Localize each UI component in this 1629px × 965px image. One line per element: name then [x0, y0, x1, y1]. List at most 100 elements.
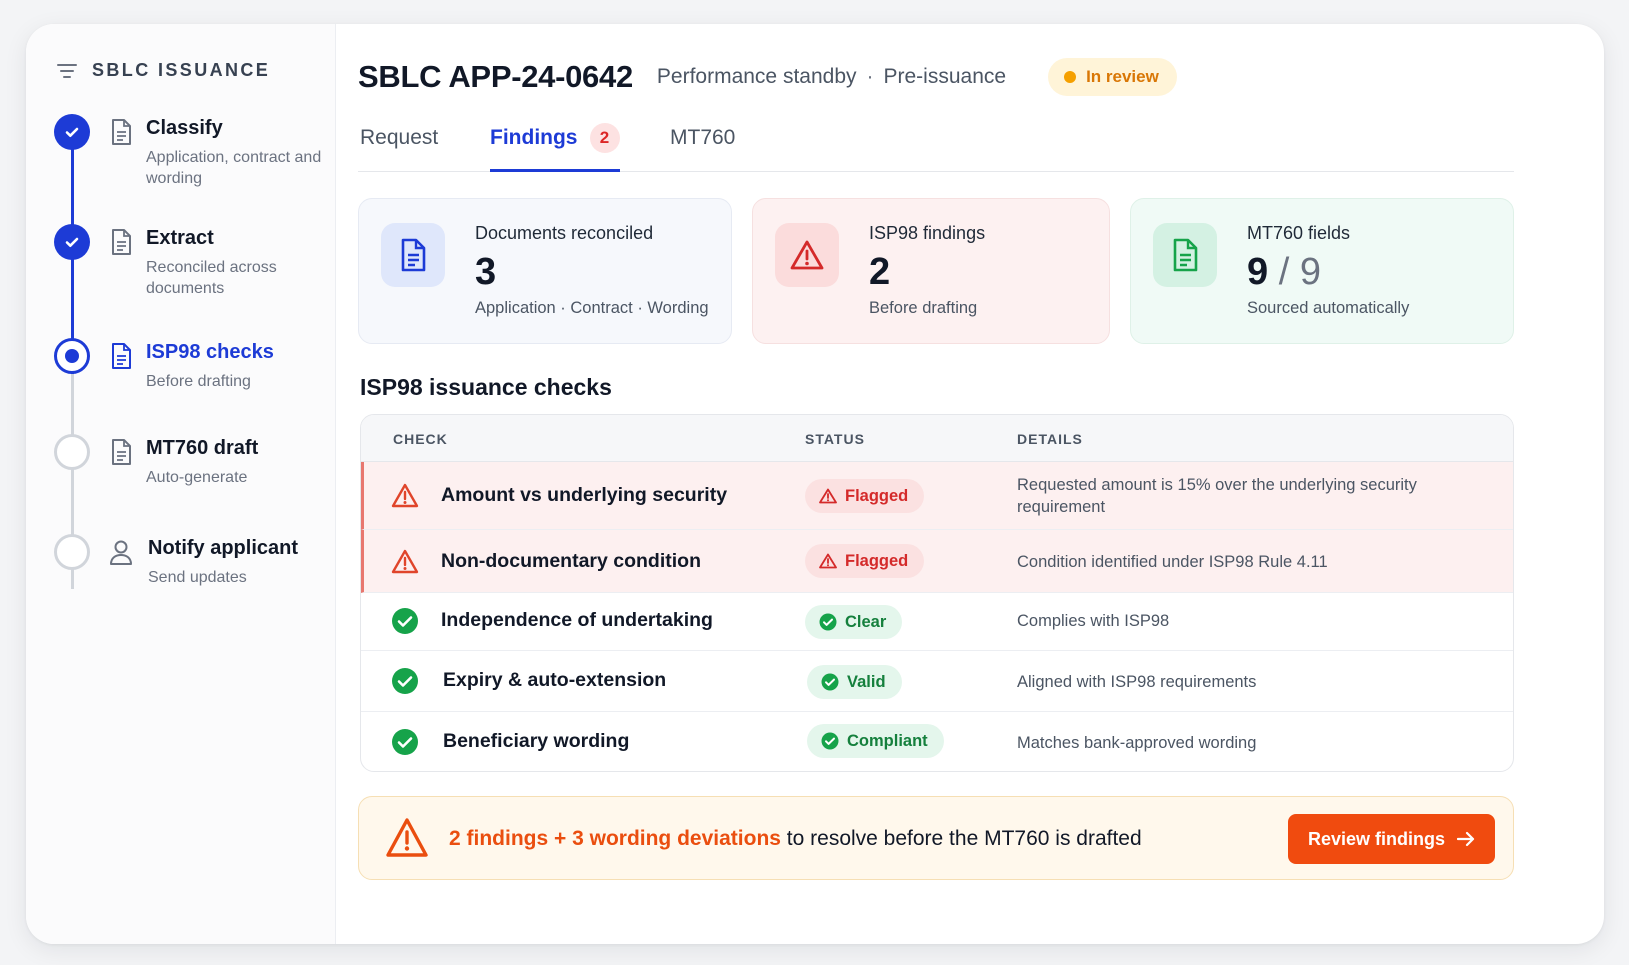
stat-value: 2 — [869, 251, 891, 293]
check-icon — [65, 237, 79, 247]
status-badge: Clear — [805, 605, 903, 639]
banner-text: to resolve before the MT760 is drafted — [780, 827, 1142, 850]
column-header-details: DETAILS — [1017, 431, 1083, 447]
warning-icon — [391, 483, 419, 508]
user-icon — [110, 540, 132, 565]
sidebar-header: SBLC ISSUANCE — [56, 60, 270, 81]
stat-icon-container — [1153, 223, 1217, 287]
status-badge: Valid — [807, 665, 902, 699]
fields-total: / 9 — [1278, 251, 1321, 293]
check-details: Requested amount is 15% over the underly… — [1017, 476, 1417, 516]
step-subtitle: Reconciled across documents — [146, 259, 277, 297]
document-icon — [112, 119, 131, 145]
check-name: Beneficiary wording — [443, 730, 630, 752]
status-badge: Flagged — [805, 479, 925, 513]
status-label: In review — [1086, 67, 1159, 86]
step-mt760-draft[interactable]: MT760 draft Auto-generate — [54, 434, 334, 514]
tab-label: MT760 — [670, 126, 736, 149]
filter-icon — [57, 63, 77, 78]
application-meta: Performance standby · Pre-issuance — [657, 65, 1006, 89]
stat-icon-container — [381, 223, 445, 287]
status-badge: Compliant — [807, 724, 944, 758]
arrow-right-icon — [1457, 831, 1475, 847]
issuance-stage: Pre-issuance — [883, 65, 1007, 88]
table-header: CHECK STATUS DETAILS — [361, 415, 1513, 462]
page-title: SBLC APP-24-0642 — [358, 59, 633, 94]
check-name: Independence of undertaking — [441, 609, 713, 631]
status-badge: Flagged — [805, 544, 925, 578]
step-subtitle: Application, contract and wording — [146, 149, 322, 187]
review-findings-button[interactable]: Review findings — [1287, 814, 1495, 864]
standby-type: Performance standby — [656, 65, 857, 88]
status-label: Flagged — [845, 551, 909, 570]
page-header: SBLC APP-24-0642 Performance standby · Pre… — [358, 58, 1177, 96]
check-circle-icon — [392, 608, 418, 634]
tab-findings[interactable]: Findings 2 — [490, 123, 620, 172]
banner-highlight: 2 findings + 3 wording deviations — [449, 827, 781, 850]
step-subtitle: Auto-generate — [146, 469, 248, 486]
status-label: Clear — [845, 612, 887, 631]
step-title: ISP98 checks — [146, 341, 274, 363]
step-isp98-checks[interactable]: ISP98 checks Before drafting — [54, 338, 334, 418]
warning-icon — [790, 240, 824, 270]
tab-request[interactable]: Request — [360, 126, 438, 172]
stat-value: 3 — [475, 251, 497, 293]
warning-icon — [819, 488, 837, 504]
stat-icon-container — [775, 223, 839, 287]
stat-subtitle: Application · Contract · Wording — [475, 299, 709, 317]
status-dot-icon — [1064, 71, 1077, 83]
step-pending-node — [54, 534, 90, 570]
document-icon — [1173, 238, 1198, 272]
stat-label: ISP98 findings — [869, 223, 986, 243]
table-row[interactable]: Amount vs underlying security Flagged Re… — [361, 462, 1513, 530]
fields-count: 9 — [1247, 251, 1269, 293]
check-circle-icon — [819, 613, 837, 631]
step-current-node — [54, 338, 90, 374]
step-title: Extract — [146, 227, 214, 249]
banner-message: 2 findings + 3 wording deviations to res… — [449, 827, 1142, 851]
check-circle-icon — [392, 668, 418, 694]
tab-label: Findings — [490, 126, 578, 149]
stat-label: Documents reconciled — [475, 223, 654, 243]
column-header-check: CHECK — [393, 431, 448, 447]
stat-label: MT760 fields — [1247, 223, 1351, 243]
stat-subtitle: Before drafting — [869, 299, 978, 317]
workflow-sidebar: SBLC ISSUANCE Classify Application, cont… — [26, 24, 336, 944]
step-pending-node — [54, 434, 90, 470]
check-details: Aligned with ISP98 requirements — [1017, 673, 1257, 691]
main-panel: SBLC APP-24-0642 Performance standby · Pre… — [358, 24, 1604, 944]
table-row[interactable]: Beneficiary wording Compliant Matches ba… — [361, 712, 1513, 771]
check-name: Non-documentary condition — [441, 550, 701, 572]
check-circle-icon — [821, 732, 839, 750]
findings-count-badge: 2 — [589, 123, 620, 153]
column-header-status: STATUS — [805, 431, 865, 447]
step-extract[interactable]: Extract Reconciled across documents — [54, 224, 334, 304]
step-notify-applicant[interactable]: Notify applicant Send updates — [54, 534, 334, 614]
step-classify[interactable]: Classify Application, contract and wordi… — [54, 114, 334, 194]
warning-icon — [391, 549, 419, 574]
document-icon — [401, 238, 426, 272]
button-label: Review findings — [1307, 828, 1445, 849]
step-title: MT760 draft — [146, 437, 259, 459]
tab-mt760[interactable]: MT760 — [670, 126, 735, 172]
table-row[interactable]: Independence of undertaking Clear Compli… — [361, 593, 1513, 651]
step-subtitle: Before drafting — [146, 373, 251, 390]
isp98-findings-card: ISP98 findings 2 Before drafting — [752, 198, 1110, 344]
step-complete-node — [54, 224, 90, 260]
meta-separator: · — [866, 65, 874, 88]
section-title: ISP98 issuance checks — [360, 374, 612, 400]
table-row[interactable]: Non-documentary condition Flagged Condit… — [361, 530, 1513, 593]
findings-banner: 2 findings + 3 wording deviations to res… — [358, 796, 1514, 880]
check-circle-icon — [392, 729, 418, 755]
documents-reconciled-card: Documents reconciled 3 Application · Con… — [358, 198, 732, 344]
table-row[interactable]: Expiry & auto-extension Valid Aligned wi… — [361, 651, 1513, 712]
sidebar-title: SBLC ISSUANCE — [92, 60, 271, 80]
tab-bar: Request Findings 2 MT760 — [358, 120, 1514, 172]
check-icon — [65, 127, 79, 137]
document-icon — [112, 229, 131, 255]
app-card: SBLC ISSUANCE Classify Application, cont… — [26, 24, 1604, 944]
checks-table: CHECK STATUS DETAILS Amount vs underlyin… — [360, 414, 1514, 772]
check-details: Matches bank-approved wording — [1017, 734, 1257, 752]
step-title: Classify — [146, 117, 223, 139]
check-details: Condition identified under ISP98 Rule 4.… — [1017, 553, 1328, 571]
